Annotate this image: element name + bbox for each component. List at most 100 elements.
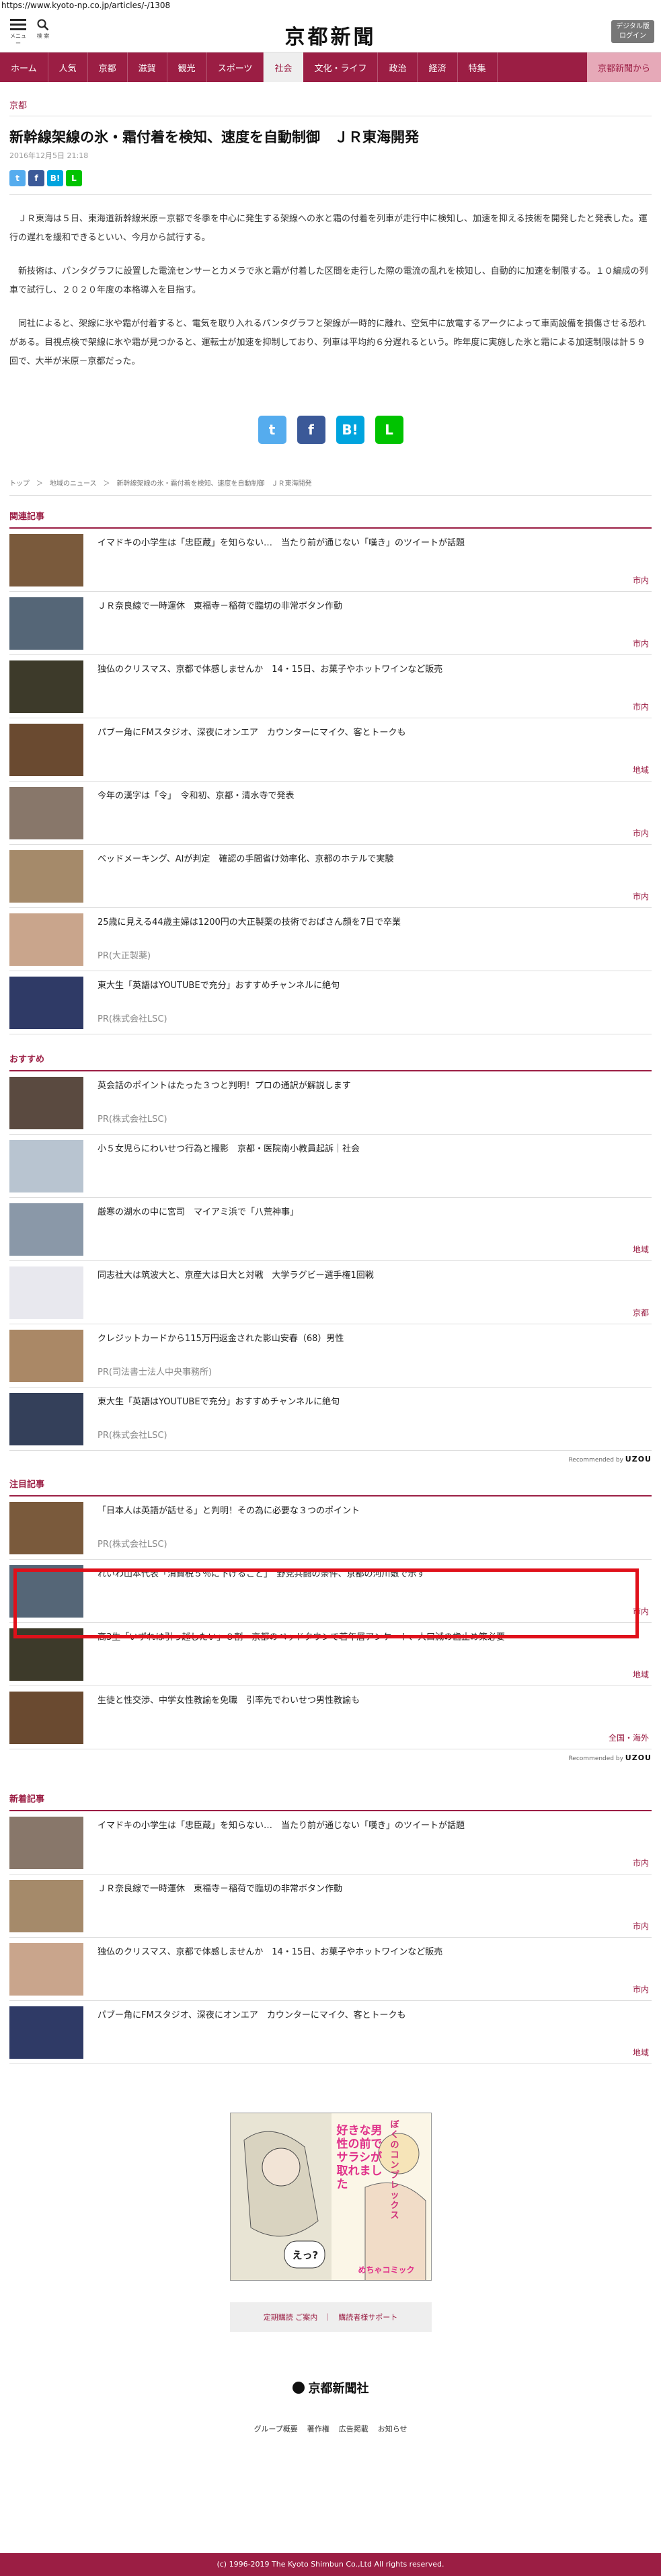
item-title[interactable]: 生徒と性交渉、中学女性教諭を免職 引率先でわいせつ男性教諭も xyxy=(98,1694,645,1708)
item-title[interactable]: 25歳に見える44歳主婦は1200円の大正製薬の技術でおばさん顔を7日で卒業 xyxy=(98,916,645,930)
item-title[interactable]: 東大生「英語はYOUTUBEで充分」おすすめチャンネルに絶句 xyxy=(98,979,645,993)
nav-culture-life[interactable]: 文化・ライフ xyxy=(303,52,379,82)
list-item[interactable]: 東大生「英語はYOUTUBEで充分」おすすめチャンネルに絶句 PR(株式会社LSC… xyxy=(9,971,652,1034)
thumbnail-image[interactable] xyxy=(9,1330,83,1382)
category-tag[interactable]: 地域 xyxy=(633,2047,649,2058)
list-item[interactable]: パブー角にFMスタジオ、深夜にオンエア カウンターにマイク、客とトークも地域 xyxy=(9,718,652,782)
item-title[interactable]: ＪＲ奈良線で一時運休 東福寺－稲荷で臨切の非常ボタン作動 xyxy=(98,600,645,613)
list-item[interactable]: 生徒と性交渉、中学女性教諭を免職 引率先でわいせつ男性教諭も全国・海外 xyxy=(9,1686,652,1749)
nav-economy[interactable]: 経済 xyxy=(418,52,458,82)
list-item[interactable]: 小５女児らにわいせつ行為と撮影 京都・医院南小教員起訴｜社会 xyxy=(9,1135,652,1198)
category-tag[interactable]: 市内 xyxy=(633,1983,649,1995)
article-area-label[interactable]: 京都 xyxy=(9,98,652,111)
item-title[interactable]: 東大生「英語はYOUTUBEで充分」おすすめチャンネルに絶句 xyxy=(98,1396,645,1409)
list-item[interactable]: ベッドメーキング、AIが判定 確認の手間省け効率化、京都のホテルで実験 市内 xyxy=(9,845,652,908)
thumbnail-image[interactable] xyxy=(9,660,83,713)
item-title[interactable]: ＪＲ奈良線で一時運休 東福寺－稲荷で臨切の非常ボタン作動 xyxy=(98,1883,645,1896)
thumbnail-image[interactable] xyxy=(9,913,83,966)
list-item[interactable]: 同志社大は筑波大と、京産大は日大と対戦 大学ラグビー選手権1回戦京都 xyxy=(9,1261,652,1324)
nav-from-kyoto-shimbun[interactable]: 京都新聞から xyxy=(586,52,661,82)
nav-kyoto[interactable]: 京都 xyxy=(88,52,128,82)
facebook-share-icon[interactable]: f xyxy=(297,416,325,444)
list-item[interactable]: 厳寒の湖水の中に宮司 マイアミ浜で「八荒神事」地域 xyxy=(9,1198,652,1261)
thumbnail-image[interactable] xyxy=(9,724,83,776)
item-title[interactable]: パブー角にFMスタジオ、深夜にオンエア カウンターにマイク、客とトークも xyxy=(98,2009,645,2022)
list-item[interactable]: 英会話のポイントはたった３つと判明！プロの通訳が解説します PR(株式会社LSC) xyxy=(9,1071,652,1135)
category-tag[interactable]: 市内 xyxy=(633,638,649,649)
list-item[interactable]: イマドキの小学生は「忠臣蔵」を知らない… 当たり前が通じない「嘆き」のツイートが… xyxy=(9,1811,652,1874)
item-title[interactable]: 独仏のクリスマス、京都で体感しませんか 14・15日、お菓子やホットワインなど販… xyxy=(98,1946,645,1959)
thumbnail-image[interactable] xyxy=(9,1140,83,1192)
footer-logo[interactable]: 京都新聞社 xyxy=(9,2379,652,2396)
thumbnail-image[interactable] xyxy=(9,2006,83,2059)
item-title[interactable]: 英会話のポイントはたった３つと判明！プロの通訳が解説します xyxy=(98,1079,645,1093)
item-title[interactable]: 同志社大は筑波大と、京産大は日大と対戦 大学ラグビー選手権1回戦 xyxy=(98,1269,645,1283)
hatena-share-icon[interactable]: B! xyxy=(47,170,63,186)
item-title[interactable]: 「日本人は英語が話せる」と判明！その為に必要な３つのポイント xyxy=(98,1505,645,1518)
subscribe-guide-link[interactable]: 定期購読 ご案内 xyxy=(264,2312,318,2322)
item-title[interactable]: クレジットカードから115万円返金された影山安春（68）男性 xyxy=(98,1332,645,1346)
footer-link-ads[interactable]: 広告掲載 xyxy=(339,2423,368,2434)
thumbnail-image[interactable] xyxy=(9,787,83,839)
line-share-icon[interactable]: L xyxy=(375,416,403,444)
subscriber-support-link[interactable]: 購読者様サポート xyxy=(338,2312,397,2322)
nav-sports[interactable]: スポーツ xyxy=(207,52,264,82)
item-title[interactable]: 厳寒の湖水の中に宮司 マイアミ浜で「八荒神事」 xyxy=(98,1206,645,1219)
item-title[interactable]: イマドキの小学生は「忠臣蔵」を知らない… 当たり前が通じない「嘆き」のツイートが… xyxy=(98,1819,645,1833)
manga-ad-banner[interactable]: 好きな男性の前でサラシが取れました ぼくのコンプレックス えっ? めちゃコミック xyxy=(229,2113,432,2281)
list-item[interactable]: 25歳に見える44歳主婦は1200円の大正製薬の技術でおばさん顔を7日で卒業 PR… xyxy=(9,908,652,971)
category-tag[interactable]: 市内 xyxy=(633,827,649,839)
nav-society[interactable]: 社会 xyxy=(264,52,304,82)
thumbnail-image[interactable] xyxy=(9,977,83,1029)
digital-login-button[interactable]: デジタル版 ログイン xyxy=(611,20,654,43)
hatena-share-icon[interactable]: B! xyxy=(336,416,364,444)
list-item[interactable]: ＪＲ奈良線で一時運休 東福寺－稲荷で臨切の非常ボタン作動市内 xyxy=(9,592,652,655)
list-item[interactable]: パブー角にFMスタジオ、深夜にオンエア カウンターにマイク、客とトークも地域 xyxy=(9,2001,652,2064)
nav-special[interactable]: 特集 xyxy=(458,52,498,82)
breadcrumb-top[interactable]: トップ xyxy=(9,478,30,488)
category-tag[interactable]: 市内 xyxy=(633,574,649,586)
category-tag[interactable]: 市内 xyxy=(633,1857,649,1868)
category-tag[interactable]: 全国・海外 xyxy=(609,1732,649,1743)
thumbnail-image[interactable] xyxy=(9,534,83,586)
thumbnail-image[interactable] xyxy=(9,1817,83,1869)
category-tag[interactable]: 地域 xyxy=(633,764,649,775)
twitter-share-icon[interactable]: t xyxy=(9,170,26,186)
recommended-by[interactable]: Recommended by UZOU xyxy=(9,1753,652,1762)
thumbnail-image[interactable] xyxy=(9,1203,83,1256)
site-logo[interactable]: 京都新聞 xyxy=(0,20,661,50)
category-tag[interactable]: 市内 xyxy=(633,891,649,902)
list-item[interactable]: ＪＲ奈良線で一時運休 東福寺－稲荷で臨切の非常ボタン作動 市内 xyxy=(9,1874,652,1938)
list-item[interactable]: 東大生「英語はYOUTUBEで充分」おすすめチャンネルに絶句 PR(株式会社LSC… xyxy=(9,1388,652,1451)
thumbnail-image[interactable] xyxy=(9,1943,83,1996)
list-item[interactable]: 「日本人は英語が話せる」と判明！その為に必要な３つのポイント PR(株式会社LSC… xyxy=(9,1497,652,1560)
item-title[interactable]: パブー角にFMスタジオ、深夜にオンエア カウンターにマイク、客とトークも xyxy=(98,726,645,740)
thumbnail-image[interactable] xyxy=(9,1077,83,1129)
list-item[interactable]: クレジットカードから115万円返金された影山安春（68）男性 PR(司法書士法人中… xyxy=(9,1324,652,1388)
item-title[interactable]: 独仏のクリスマス、京都で体感しませんか 14・15日、お菓子やホットワインなど販… xyxy=(98,663,645,677)
list-item[interactable]: 独仏のクリスマス、京都で体感しませんか 14・15日、お菓子やホットワインなど販… xyxy=(9,1938,652,2001)
nav-shiga[interactable]: 滋賀 xyxy=(128,52,167,82)
category-tag[interactable]: 地域 xyxy=(633,1244,649,1255)
footer-link-group[interactable]: グループ概要 xyxy=(254,2423,297,2434)
footer-link-copyright[interactable]: 著作権 xyxy=(307,2423,329,2434)
thumbnail-image[interactable] xyxy=(9,597,83,650)
thumbnail-image[interactable] xyxy=(9,1692,83,1744)
list-item[interactable]: イマドキの小学生は「忠臣蔵」を知らない… 当たり前が通じない「嘆き」のツイートが… xyxy=(9,529,652,592)
category-tag[interactable]: 京都 xyxy=(633,1307,649,1318)
category-tag[interactable]: 市内 xyxy=(633,701,649,712)
nav-politics[interactable]: 政治 xyxy=(378,52,418,82)
item-title[interactable]: イマドキの小学生は「忠臣蔵」を知らない… 当たり前が通じない「嘆き」のツイートが… xyxy=(98,537,645,550)
line-share-icon[interactable]: L xyxy=(66,170,82,186)
thumbnail-image[interactable] xyxy=(9,1393,83,1445)
facebook-share-icon[interactable]: f xyxy=(28,170,44,186)
thumbnail-image[interactable] xyxy=(9,1266,83,1319)
recommended-by[interactable]: Recommended by UZOU xyxy=(9,1455,652,1464)
breadcrumb-local[interactable]: 地域のニュース xyxy=(50,478,97,488)
category-tag[interactable]: 地域 xyxy=(633,1669,649,1680)
footer-link-notice[interactable]: お知らせ xyxy=(378,2423,407,2434)
thumbnail-image[interactable] xyxy=(9,850,83,903)
item-title[interactable]: 今年の漢字は「令」 令和初、京都・清水寺で発表 xyxy=(98,790,645,803)
nav-popular[interactable]: 人気 xyxy=(48,52,88,82)
nav-home[interactable]: ホーム xyxy=(0,52,48,82)
